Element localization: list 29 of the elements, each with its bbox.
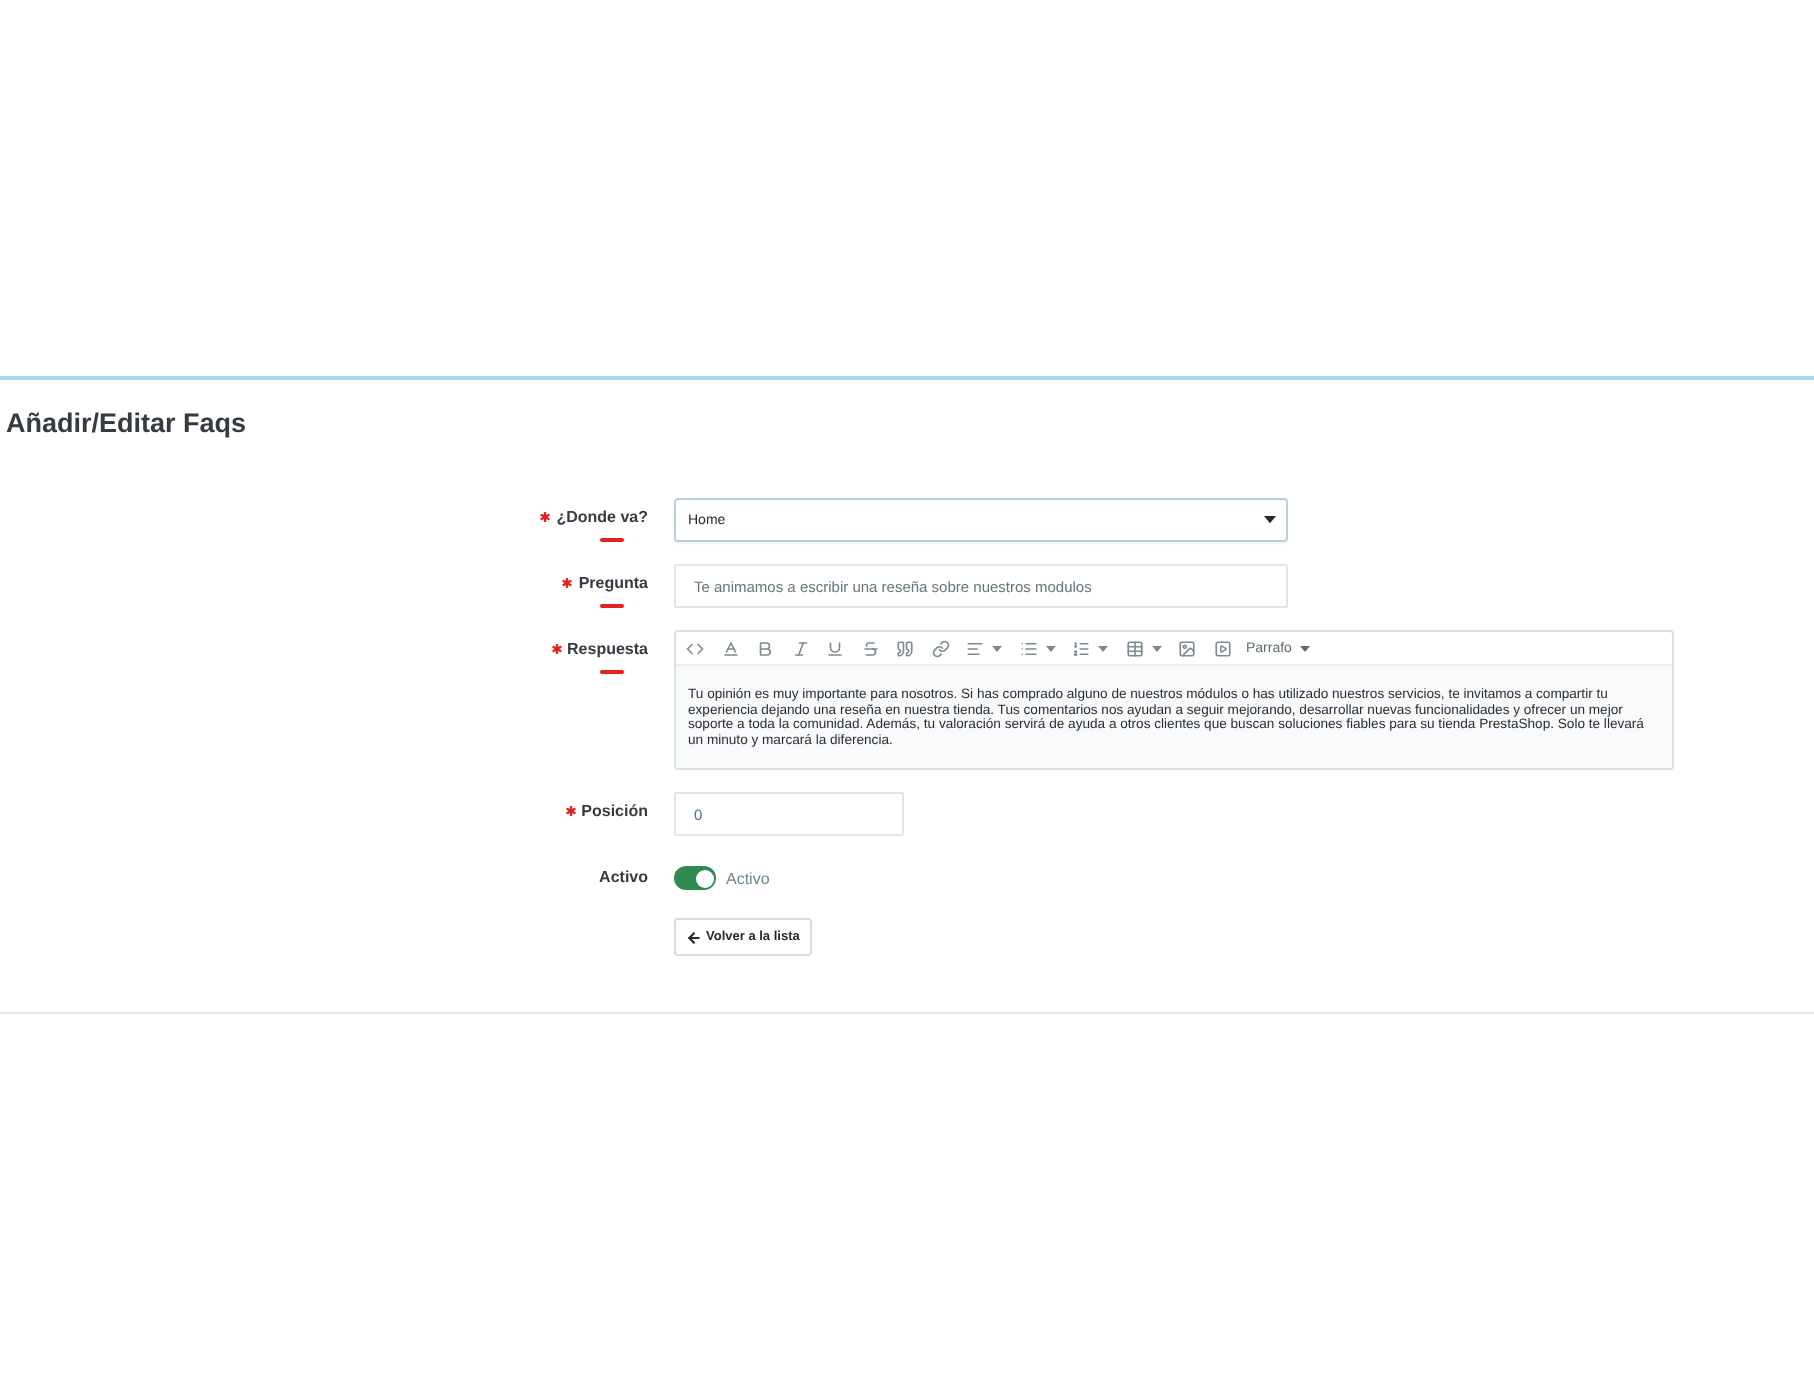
arrow-left-icon	[686, 929, 702, 945]
toggle-switch[interactable]	[674, 866, 716, 890]
caret-icon	[1264, 516, 1276, 524]
code-view-icon[interactable]	[686, 639, 704, 657]
field-label: Activo	[599, 868, 648, 888]
caret-icon[interactable]	[1151, 645, 1161, 651]
underline-icon[interactable]	[826, 639, 844, 657]
field-label: Posición	[581, 802, 648, 822]
field-label: Respuesta	[567, 640, 648, 660]
video-icon[interactable]	[1213, 639, 1231, 657]
link-icon[interactable]	[931, 639, 949, 657]
page-title: Añadir/Editar Faqs	[6, 408, 247, 440]
quote-icon[interactable]	[896, 639, 914, 657]
image-icon[interactable]	[1178, 639, 1196, 657]
caret-icon[interactable]	[1045, 645, 1055, 651]
numbered-list-icon[interactable]	[1072, 639, 1090, 657]
caret-icon	[1299, 645, 1310, 651]
field-label: Pregunta	[578, 574, 648, 594]
field-label: ¿Donde va?	[556, 508, 648, 528]
caret-icon[interactable]	[992, 645, 1002, 651]
toggle-state-label: Activo	[726, 869, 770, 887]
bold-icon[interactable]	[756, 639, 774, 657]
bullet-list-icon[interactable]	[1019, 639, 1037, 657]
caret-icon[interactable]	[1098, 645, 1108, 651]
strikethrough-icon[interactable]	[861, 639, 879, 657]
italic-icon[interactable]	[791, 639, 809, 657]
table-icon[interactable]	[1125, 639, 1143, 657]
text-color-icon[interactable]	[721, 639, 739, 657]
align-left-icon[interactable]	[966, 639, 984, 657]
